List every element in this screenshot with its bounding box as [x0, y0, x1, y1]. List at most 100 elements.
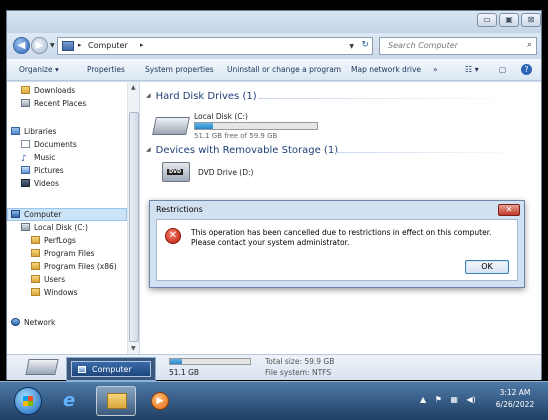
dialog-close-button[interactable]: ✕ — [498, 204, 520, 216]
nav-item-program-files-x86[interactable]: Program Files (x86) — [31, 262, 117, 271]
collapse-arrow-icon[interactable]: ◢ — [146, 92, 151, 99]
windows-logo-icon — [23, 396, 33, 406]
usage-fill — [195, 123, 213, 129]
search-icon[interactable]: ⌕ — [527, 40, 532, 50]
breadcrumb-separator[interactable]: ▸ — [78, 41, 82, 49]
nav-item-documents[interactable]: Documents — [21, 140, 77, 149]
address-dropdown-icon[interactable]: ▼ — [349, 43, 354, 50]
map-network-drive-button[interactable]: Map network drive — [351, 65, 421, 74]
recent-pages-dropdown[interactable]: ▼ — [50, 42, 55, 49]
group-title: Hard Disk Drives (1) — [155, 91, 257, 102]
drive-icon — [21, 223, 30, 231]
refresh-icon[interactable]: ↻ — [361, 40, 369, 50]
system-properties-button[interactable]: System properties — [145, 65, 214, 74]
nav-item-label: Libraries — [24, 127, 57, 136]
nav-item-computer[interactable]: Computer — [11, 210, 61, 219]
nav-item-local-disk[interactable]: Local Disk (C:) — [21, 223, 88, 232]
clock-time[interactable]: 3:12 AM — [490, 388, 540, 397]
change-view-icon[interactable]: ☷ ▾ — [465, 65, 479, 74]
nav-item-label: Recent Places — [34, 99, 87, 108]
nav-item-pictures[interactable]: Pictures — [21, 166, 64, 175]
taskbar-thumbnail-preview[interactable]: Computer — [66, 357, 156, 381]
organize-button[interactable]: Organize ▾ — [19, 65, 59, 74]
taskbar-windows-explorer[interactable] — [96, 386, 136, 416]
nav-item-program-files[interactable]: Program Files — [31, 249, 95, 258]
dialog-body: ✕ This operation has been cancelled due … — [156, 219, 518, 281]
videos-icon — [21, 179, 30, 187]
restrictions-dialog: Restrictions ✕ ✕ This operation has been… — [149, 200, 525, 288]
group-divider — [258, 98, 528, 99]
computer-icon — [78, 366, 86, 373]
nav-item-label: Pictures — [34, 166, 64, 175]
start-button[interactable] — [14, 387, 42, 415]
computer-icon — [62, 41, 74, 51]
internet-explorer-icon: e — [63, 390, 76, 411]
minimize-button[interactable]: ▭ — [477, 13, 497, 27]
nav-item-label: Music — [34, 153, 56, 162]
thumbnail-window[interactable]: Computer — [71, 361, 151, 377]
more-commands-button[interactable]: » — [433, 65, 438, 74]
network-status-icon[interactable]: ▦ — [450, 395, 458, 404]
nav-item-windows[interactable]: Windows — [31, 288, 77, 297]
windows-explorer-icon — [107, 393, 127, 409]
address-bar[interactable]: ▸ Computer ▸ ▼ ↻ — [57, 37, 373, 55]
nav-item-downloads[interactable]: Downloads — [21, 86, 75, 95]
usage-fill — [170, 359, 182, 364]
local-disk-name[interactable]: Local Disk (C:) — [194, 112, 248, 121]
forward-button[interactable]: ▶ — [31, 37, 48, 54]
dvd-drive-icon[interactable]: DVD — [162, 162, 190, 182]
group-title: Devices with Removable Storage (1) — [155, 145, 339, 156]
nav-item-label: Users — [44, 275, 66, 284]
recent-places-icon — [21, 99, 30, 107]
nav-item-music[interactable]: ♪ Music — [21, 153, 56, 164]
help-icon[interactable]: ? — [521, 64, 532, 75]
nav-item-label: Documents — [34, 140, 77, 149]
volume-icon[interactable]: ◀) — [467, 395, 476, 404]
show-hidden-icons-icon[interactable]: ▲ — [420, 395, 426, 404]
nav-item-perflogs[interactable]: PerfLogs — [31, 236, 76, 245]
documents-icon — [21, 140, 30, 148]
details-file-system: File system: NTFS — [265, 368, 332, 377]
nav-item-label: Computer — [24, 210, 62, 219]
title-bar[interactable]: ▭ ▣ ⊠ — [7, 11, 541, 33]
nav-item-libraries[interactable]: Libraries — [11, 127, 56, 136]
preview-pane-icon[interactable]: ▢ — [499, 65, 506, 74]
close-window-button[interactable]: ⊠ — [521, 13, 541, 27]
taskbar-internet-explorer[interactable]: e — [52, 386, 92, 416]
error-icon: ✕ — [165, 228, 181, 244]
nav-item-label: Videos — [34, 179, 59, 188]
folder-icon — [31, 249, 40, 257]
breadcrumb-computer[interactable]: Computer — [88, 41, 128, 50]
folder-icon — [31, 288, 40, 296]
properties-button[interactable]: Properties — [87, 65, 125, 74]
breadcrumb-separator[interactable]: ▸ — [140, 41, 144, 49]
dvd-drive-name[interactable]: DVD Drive (D:) — [198, 168, 253, 177]
dvd-badge: DVD — [167, 169, 184, 175]
group-header-removable[interactable]: ◢ Devices with Removable Storage (1) — [146, 145, 338, 156]
scrollbar-thumb[interactable] — [129, 112, 139, 342]
libraries-icon — [11, 127, 20, 135]
hard-drive-icon[interactable] — [152, 117, 190, 135]
back-button[interactable]: ◀ — [13, 37, 30, 54]
ok-button[interactable]: OK — [465, 260, 509, 274]
group-divider — [336, 152, 528, 153]
maximize-button[interactable]: ▣ — [499, 13, 519, 27]
taskbar-media-player[interactable]: ▶ — [140, 386, 180, 416]
nav-item-videos[interactable]: Videos — [21, 179, 59, 188]
details-free-space: 51.1 GB — [169, 368, 200, 377]
nav-item-network[interactable]: Network — [11, 318, 55, 327]
nav-item-label: Local Disk (C:) — [34, 223, 88, 232]
scroll-up-arrow-icon[interactable]: ▲ — [131, 84, 136, 91]
clock-date[interactable]: 6/26/2022 — [490, 400, 540, 409]
nav-item-users[interactable]: Users — [31, 275, 65, 284]
search-box[interactable]: Search Computer ⌕ — [379, 37, 537, 55]
nav-scrollbar[interactable]: ▲ ▼ — [127, 82, 139, 354]
nav-item-label: Program Files — [44, 249, 95, 258]
action-center-flag-icon[interactable]: ⚑ — [435, 395, 442, 404]
uninstall-program-button[interactable]: Uninstall or change a program — [227, 65, 341, 74]
scroll-down-arrow-icon[interactable]: ▼ — [131, 345, 136, 352]
collapse-arrow-icon[interactable]: ◢ — [146, 146, 151, 153]
nav-item-recent-places[interactable]: Recent Places — [21, 99, 86, 108]
group-header-hard-disks[interactable]: ◢ Hard Disk Drives (1) — [146, 91, 257, 102]
music-icon: ♪ — [21, 154, 27, 164]
